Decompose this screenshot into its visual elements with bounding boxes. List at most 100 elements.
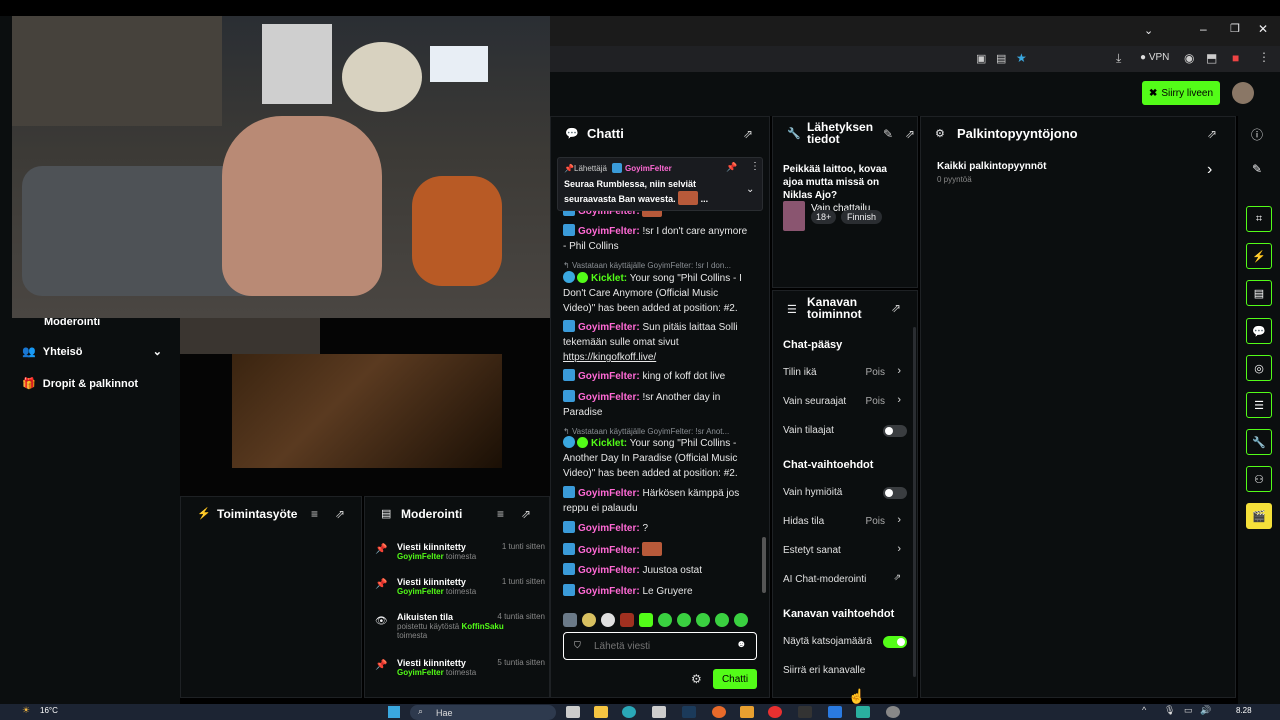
host-channel-row[interactable]: Siirrä eri kanavalle (773, 661, 911, 681)
chat-username[interactable]: GoyimFelter (578, 371, 636, 382)
emote-icon[interactable] (677, 613, 691, 627)
menu-icon[interactable]: ⋮ (1258, 50, 1270, 64)
chat-username[interactable]: GoyimFelter (578, 226, 636, 237)
mod-entry-user[interactable]: GoyimFelter (397, 587, 444, 596)
bolt-icon[interactable]: ⚡ (1246, 243, 1272, 269)
sidebar-item-drops[interactable]: 🎁 Dropit & palkinnot (22, 377, 138, 390)
emotes-only-toggle[interactable] (883, 487, 907, 499)
vlc-icon[interactable] (740, 706, 754, 718)
chat-username[interactable]: GoyimFelter (578, 322, 636, 333)
popout-icon[interactable]: ⇗ (335, 507, 345, 521)
edit-icon[interactable]: ✎ (1252, 162, 1262, 176)
chat-username[interactable]: Kicklet (591, 273, 624, 284)
chat-username[interactable]: GoyimFelter (578, 488, 636, 499)
go-live-button[interactable]: ✖ Siirry liveen (1142, 81, 1220, 105)
mic-icon[interactable]: 🎙 (1164, 705, 1175, 716)
chevron-up-icon[interactable]: ^ (1142, 705, 1146, 715)
popout-icon[interactable]: ⇗ (743, 127, 753, 141)
taskbar-search[interactable]: ⌕ Hae (410, 705, 556, 720)
terminal-icon[interactable] (798, 706, 812, 718)
chat-link[interactable]: https://kingofkoff.live/ (563, 352, 656, 363)
chat-input[interactable]: ⛉ ☻ (563, 632, 757, 660)
windows-start-icon[interactable] (388, 706, 400, 718)
subs-only-toggle[interactable] (883, 425, 907, 437)
show-viewers-toggle[interactable] (883, 636, 907, 648)
emote-icon[interactable] (601, 613, 615, 627)
chat-username[interactable]: GoyimFelter (578, 565, 636, 576)
actions-scrollbar[interactable] (913, 327, 916, 677)
chat-username[interactable]: GoyimFelter (578, 392, 636, 403)
info-icon[interactable]: ⓘ (1251, 126, 1263, 143)
firefox-icon[interactable] (712, 706, 726, 718)
mod-entry-user[interactable]: KoffinSaku (462, 622, 504, 631)
banned-words-row[interactable]: Estetyt sanat › (773, 541, 911, 561)
broadcast-icon[interactable]: ◎ (1246, 355, 1272, 381)
screen-icon[interactable]: ⌗ (1246, 206, 1272, 232)
emoji-icon[interactable]: ☻ (736, 639, 747, 650)
settings-gear-icon[interactable]: ⚙ (691, 672, 702, 686)
emote-icon[interactable] (696, 613, 710, 627)
chat-username[interactable]: GoyimFelter (578, 523, 636, 534)
emote-icon[interactable] (563, 613, 577, 627)
emote-icon[interactable] (734, 613, 748, 627)
screenshot-icon[interactable]: ▣ (976, 52, 986, 65)
edge-icon[interactable] (622, 706, 636, 718)
file-explorer-icon[interactable] (594, 706, 608, 718)
extension-badge-icon[interactable]: ■ (1232, 51, 1239, 65)
app-icon[interactable] (856, 706, 870, 718)
weather-temp[interactable]: 16°C (40, 706, 58, 715)
chat-bubble-icon[interactable]: 💬 (1246, 318, 1272, 344)
chat-username[interactable]: GoyimFelter (578, 586, 636, 597)
chevron-down-icon[interactable]: ⌄ (1144, 24, 1153, 37)
account-age-row[interactable]: Tilin ikä Pois › (773, 363, 911, 383)
pinned-user[interactable]: GoyimFelter (625, 164, 672, 173)
volume-icon[interactable]: 🔊 (1200, 705, 1211, 716)
popout-icon[interactable]: ⇗ (1207, 127, 1217, 141)
emote-icon[interactable] (715, 613, 729, 627)
followers-only-row[interactable]: Vain seuraajat Pois › (773, 392, 911, 412)
wrench-icon[interactable]: 🔧 (1246, 429, 1272, 455)
picture-icon[interactable]: ▤ (996, 52, 1006, 65)
filter-icon[interactable]: ≡ (311, 507, 318, 521)
star-icon[interactable]: ★ (1016, 51, 1027, 65)
download-icon[interactable]: ⤓ (1116, 51, 1121, 66)
slow-mode-row[interactable]: Hidas tila Pois › (773, 512, 911, 532)
edit-icon[interactable]: ✎ (883, 127, 893, 141)
document-icon[interactable]: ▤ (1246, 280, 1272, 306)
all-rewards-row[interactable]: Kaikki palkintopyynnöt 0 pyyntöä › (921, 157, 1235, 189)
sidebar-item-community[interactable]: 👥 Yhteisö ⌄ (22, 345, 162, 358)
chevron-down-icon[interactable]: ⌄ (746, 184, 754, 195)
minimize-icon[interactable]: – (1200, 22, 1207, 36)
close-icon[interactable]: ✕ (1258, 22, 1268, 36)
filter-icon[interactable]: ≡ (497, 507, 504, 521)
more-icon[interactable]: ⋮ (750, 161, 760, 172)
opera-icon[interactable] (768, 706, 782, 718)
emote-icon[interactable] (620, 613, 634, 627)
clock[interactable]: 8.28 (1236, 706, 1252, 715)
maximize-icon[interactable]: ❐ (1230, 22, 1240, 35)
mod-entry-user[interactable]: GoyimFelter (397, 552, 444, 561)
steam-icon[interactable] (682, 706, 696, 718)
popout-icon[interactable]: ⇗ (905, 127, 915, 141)
chat-scrollbar[interactable] (762, 537, 766, 593)
chat-username[interactable]: Kicklet (591, 438, 624, 449)
network-icon[interactable]: ▭ (1184, 705, 1193, 716)
emote-icon[interactable] (639, 613, 653, 627)
avatar[interactable] (1232, 82, 1254, 104)
unpin-icon[interactable]: 📌 (726, 162, 737, 173)
popout-icon[interactable]: ⇗ (521, 507, 531, 521)
vpn-button[interactable]: ● VPN (1140, 52, 1169, 63)
list-icon[interactable]: ☰ (1246, 392, 1272, 418)
extensions-icon[interactable]: ⬒ (1206, 51, 1217, 65)
account-icon[interactable]: ◉ (1184, 51, 1194, 65)
store-icon[interactable] (652, 706, 666, 718)
emote-icon[interactable] (658, 613, 672, 627)
share-icon[interactable]: ⚇ (1246, 466, 1272, 492)
emote-icon[interactable] (582, 613, 596, 627)
task-view-icon[interactable] (566, 706, 580, 718)
clapper-icon[interactable]: 🎬 (1246, 503, 1272, 529)
chat-username[interactable]: GoyimFelter (578, 545, 636, 556)
mod-entry-user[interactable]: GoyimFelter (397, 668, 444, 677)
app-icon[interactable] (828, 706, 842, 718)
popout-icon[interactable]: ⇗ (891, 301, 901, 315)
